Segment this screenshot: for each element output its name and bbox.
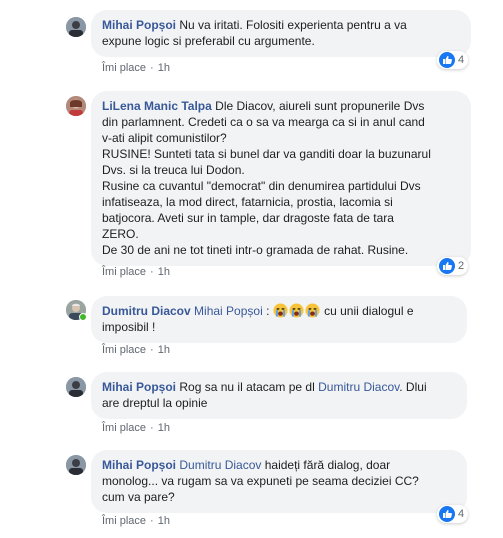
comment-text: monolog... va rugam sa va expuneti pe se… [102, 474, 419, 488]
comment-bubble: Mihai Popșoi Nu va iritati. Folositi exp… [91, 10, 471, 57]
timestamp[interactable]: 1h [158, 422, 170, 434]
reaction-number: 2 [458, 260, 465, 272]
comment-text: cu unii dialogul e [324, 304, 414, 318]
comment-text: De 30 de ani ne tot tineti intr-o gramad… [102, 243, 409, 257]
comment-actions: Îmi place · 1h [102, 266, 170, 278]
comment-text: batjocora. Aveti sur in tample, dar drag… [102, 211, 394, 225]
like-button[interactable]: Îmi place [102, 422, 146, 434]
comment-text: Nu va iritati. Folositi experienta pentr… [179, 18, 407, 32]
reaction-count[interactable]: 2 [437, 257, 469, 275]
comment-text: din parlamnent. Credeti ca o sa va mearg… [102, 115, 425, 129]
comment-text: Dle Diacov, aiureli sunt propunerile Dvs [215, 99, 425, 113]
mention-link[interactable]: Dumitru Diacov [179, 458, 261, 472]
comment-text: v-ati alipit comunistilor? [102, 131, 227, 145]
comment-text: Dvs. si la treuca lui Dodon. [102, 163, 245, 177]
reaction-number: 4 [458, 54, 465, 66]
comment-text: haideți fără dialog, doar [264, 458, 391, 472]
comment-text: infatiseaza, la mod direct, fatarnicia, … [102, 195, 393, 209]
timestamp[interactable]: 1h [158, 62, 170, 74]
avatar[interactable] [66, 455, 86, 475]
comment-text: . Dlui [399, 380, 427, 394]
reaction-number: 4 [458, 508, 465, 520]
like-button[interactable]: Îmi place [102, 515, 146, 527]
avatar[interactable] [66, 96, 86, 116]
comment-bubble: LiLena Manic Talpa Dle Diacov, aiureli s… [91, 91, 471, 266]
timestamp[interactable]: 1h [158, 515, 170, 527]
comment-text: ZERO. [102, 227, 139, 241]
comment-text: imposibil ! [102, 320, 156, 334]
timestamp[interactable]: 1h [158, 344, 170, 356]
thumbs-up-icon [439, 506, 455, 522]
comment-text: are dreptul la opinie [102, 396, 208, 410]
author-name[interactable]: Mihai Popșoi [102, 458, 176, 472]
author-name[interactable]: Mihai Popșoi [102, 18, 176, 32]
avatar[interactable] [66, 17, 86, 37]
comment-actions: Îmi place · 1h [102, 515, 170, 527]
like-button[interactable]: Îmi place [102, 62, 146, 74]
avatar[interactable] [66, 377, 86, 397]
reaction-count[interactable]: 4 [437, 51, 469, 69]
comment-bubble: Mihai Popșoi Rog sa nu il atacam pe dl D… [91, 372, 467, 419]
mention-link[interactable]: Mihai Popșoi [194, 304, 263, 318]
loudly-crying-face-icon [289, 303, 304, 318]
author-name[interactable]: Mihai Popșoi [102, 380, 176, 394]
like-button[interactable]: Îmi place [102, 344, 146, 356]
comment-actions: Îmi place · 1h [102, 344, 170, 356]
thumbs-up-icon [439, 258, 455, 274]
comment-text: Rog sa nu il atacam pe dl [179, 380, 315, 394]
comment-text: cum va pare? [102, 490, 175, 504]
like-button[interactable]: Îmi place [102, 266, 146, 278]
comment-text: RUSINE! Sunteti tata si bunel dar va gan… [102, 147, 431, 161]
comment-actions: Îmi place · 1h [102, 62, 170, 74]
author-name[interactable]: Dumitru Diacov [102, 304, 191, 318]
comment-text: expune logic si preferabil cu argumente. [102, 34, 315, 48]
online-status-icon [79, 313, 87, 321]
thumbs-up-icon [439, 52, 455, 68]
mention-link[interactable]: Dumitru Diacov [318, 380, 399, 394]
timestamp[interactable]: 1h [158, 266, 170, 278]
comment-bubble: Dumitru Diacov Mihai Popșoi : cu unii di… [91, 296, 467, 343]
reaction-count[interactable]: 4 [437, 505, 469, 523]
comment-text: Rusine ca cuvantul "democrat" din denumi… [102, 179, 421, 193]
comment-actions: Îmi place · 1h [102, 422, 170, 434]
loudly-crying-face-icon [305, 303, 320, 318]
author-name[interactable]: LiLena Manic Talpa [102, 99, 212, 113]
comment-bubble: Mihai Popșoi Dumitru Diacov haideți fără… [91, 450, 467, 513]
loudly-crying-face-icon [273, 303, 288, 318]
